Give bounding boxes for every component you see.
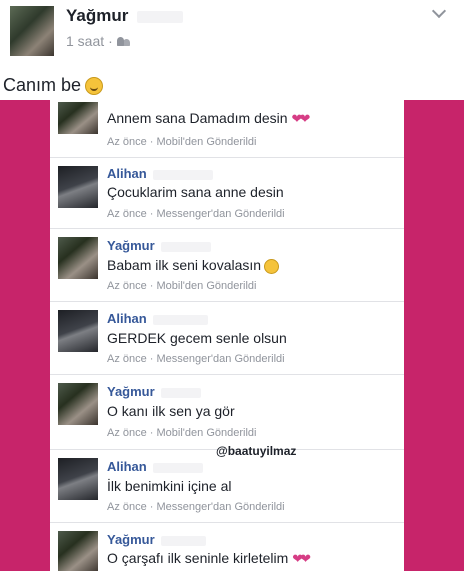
comment-text: O çarşafı ilk seninle kirletelim ❤❤ <box>107 550 311 567</box>
comment-author: Alihan <box>107 311 209 326</box>
post-timestamp[interactable]: 1 saat <box>66 33 104 49</box>
comment-item: Alihan GERDEK gecem senle olsun Az önce … <box>50 302 404 375</box>
comment-author: Yağmur <box>107 384 202 399</box>
comment-meta: Az önce · Mobil'den Gönderildi <box>107 280 257 292</box>
comment-item: Alihan İlk benimkini içine al Az önce · … <box>50 450 404 523</box>
watermark: @baatuyilmaz <box>216 444 297 458</box>
comment-author: Yağmur <box>107 238 212 253</box>
comment-author-name: Alihan <box>107 311 147 326</box>
post-text-content: Canım be <box>3 75 82 95</box>
comment-author-name: Yağmur <box>107 532 155 547</box>
smile-emoji-icon <box>85 76 104 95</box>
comment-avatar <box>58 383 98 425</box>
censor-bar <box>161 535 207 546</box>
wink-emoji-icon <box>264 258 280 274</box>
comment-text: Annem sana Damadım desin ❤❤ <box>107 110 311 127</box>
comment-meta: Az önce · Mobil'den Gönderildi <box>107 427 257 439</box>
comment-meta: Az önce · Mobil'den Gönderildi <box>107 136 257 148</box>
censor-bar <box>153 169 214 180</box>
comment-text: O kanı ilk sen ya gör <box>107 403 235 419</box>
comment-text-content: O çarşafı ilk seninle kirletelim <box>107 550 289 566</box>
comment-meta: Az önce · Messenger'dan Gönderildi <box>107 501 285 513</box>
meta-separator: · <box>108 33 113 49</box>
comment-text: Babam ilk seni kovalasın <box>107 257 280 274</box>
comment-avatar <box>58 166 98 208</box>
comment-author-name: Alihan <box>107 166 147 181</box>
post-meta: 1 saat · <box>66 33 131 49</box>
comment-author-name: Yağmur <box>107 238 155 253</box>
comment-avatar <box>58 102 98 134</box>
chevron-down-icon[interactable] <box>431 3 447 19</box>
comment-avatar <box>58 458 98 500</box>
comment-text-content: Babam ilk seni kovalasın <box>107 257 262 273</box>
comment-avatar <box>58 310 98 352</box>
comment-author-name: Alihan <box>107 459 147 474</box>
comment-thread-screenshot: Annem sana Damadım desin ❤❤ Az önce · Mob… <box>50 100 404 571</box>
comment-item: Annem sana Damadım desin ❤❤ Az önce · Mob… <box>50 100 404 158</box>
comment-item: Alihan Çocuklarim sana anne desin Az önc… <box>50 158 404 229</box>
post-photo[interactable]: Annem sana Damadım desin ❤❤ Az önce · Mob… <box>0 100 464 571</box>
comment-avatar <box>58 237 98 279</box>
comment-author: Alihan <box>107 459 204 474</box>
post-header: Yağmur 1 saat · <box>0 0 464 68</box>
post-author-name[interactable]: Yağmur <box>66 6 184 26</box>
censor-bar <box>137 10 184 23</box>
comment-author: Alihan <box>107 166 214 181</box>
censor-bar <box>161 241 212 252</box>
comment-author-name: Yağmur <box>107 384 155 399</box>
post-text: Canım be <box>3 75 104 96</box>
post-author-avatar[interactable] <box>10 6 54 56</box>
post-author-name-text[interactable]: Yağmur <box>66 6 128 25</box>
censor-bar <box>153 462 204 473</box>
hearts-emoji-icon: ❤❤ <box>292 551 311 566</box>
comment-text-content: Annem sana Damadım desin <box>107 110 288 126</box>
comment-text: İlk benimkini içine al <box>107 478 232 494</box>
censor-bar <box>153 314 209 325</box>
comment-item: Yağmur O çarşafı ilk seninle kirletelim ❤… <box>50 523 404 571</box>
comment-meta: Az önce · Messenger'dan Gönderildi <box>107 353 285 365</box>
friends-icon[interactable] <box>116 36 131 46</box>
comment-avatar <box>58 531 98 571</box>
comment-text: Çocuklarim sana anne desin <box>107 184 284 200</box>
comment-author: Yağmur <box>107 532 207 547</box>
comment-item: Yağmur O kanı ilk sen ya gör Az önce · M… <box>50 375 404 450</box>
comment-item: Yağmur Babam ilk seni kovalasın Az önce … <box>50 229 404 302</box>
censor-bar <box>161 387 202 398</box>
hearts-emoji-icon: ❤❤ <box>291 111 311 126</box>
comment-meta: Az önce · Messenger'dan Gönderildi <box>107 208 285 220</box>
comment-text: GERDEK gecem senle olsun <box>107 330 287 346</box>
